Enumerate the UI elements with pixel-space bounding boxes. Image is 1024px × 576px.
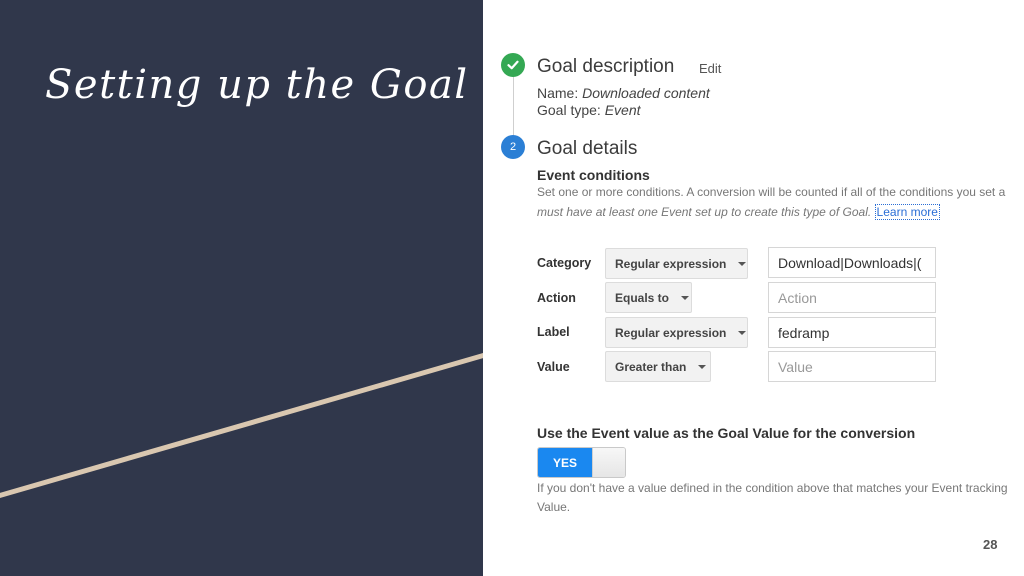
action-operator-select[interactable]: Equals to: [605, 282, 692, 313]
step-complete-badge: [501, 53, 525, 77]
value-operator-value: Greater than: [615, 359, 687, 374]
action-value-input[interactable]: [768, 282, 936, 313]
goal-name-line: Name: Downloaded content: [537, 85, 710, 101]
edit-goal-description-link[interactable]: Edit: [699, 61, 721, 76]
event-conditions-helper-text: must have at least one Event set up to c…: [537, 205, 872, 219]
condition-label-action: Action: [537, 291, 576, 305]
dropdown-caret-icon: [738, 261, 747, 266]
event-conditions-helper-1: Set one or more conditions. A conversion…: [537, 185, 1006, 199]
action-operator-value: Equals to: [615, 290, 670, 305]
goal-value-heading: Use the Event value as the Goal Value fo…: [537, 425, 916, 441]
category-operator-value: Regular expression: [615, 256, 727, 271]
goal-type-value: Event: [604, 102, 641, 118]
toggle-knob: [592, 448, 625, 477]
use-event-value-toggle[interactable]: YES: [537, 447, 626, 478]
goal-value-helper-1: If you don't have a value defined in the…: [537, 481, 1008, 495]
slide-left-panel: Setting up the Goal: [0, 0, 483, 576]
step-number-badge: 2: [501, 135, 525, 159]
decorative-diagonal-line: [0, 352, 483, 499]
slide-page-number: 28: [983, 537, 998, 552]
goal-value-helper-2: Value.: [537, 500, 571, 514]
label-operator-select[interactable]: Regular expression: [605, 317, 748, 348]
dropdown-caret-icon: [681, 295, 690, 300]
step-title-goal-description: Goal description: [537, 56, 675, 77]
condition-label-category: Category: [537, 256, 592, 270]
checkmark-icon: [507, 60, 519, 70]
condition-label-value: Value: [537, 360, 570, 374]
category-operator-select[interactable]: Regular expression: [605, 248, 748, 279]
goal-setup-screenshot: Goal description Edit Name: Downloaded c…: [483, 0, 1024, 576]
learn-more-link[interactable]: Learn more: [874, 204, 940, 220]
step-title-goal-details: Goal details: [537, 138, 638, 159]
toggle-on-label: YES: [538, 448, 592, 477]
label-operator-value: Regular expression: [615, 325, 727, 340]
goal-name-label: Name:: [537, 85, 579, 101]
event-conditions-helper-2: must have at least one Event set up to c…: [537, 204, 940, 220]
dropdown-caret-icon: [738, 330, 747, 335]
event-conditions-heading: Event conditions: [537, 167, 650, 183]
category-value-input[interactable]: [768, 247, 936, 278]
goal-type-label: Goal type:: [537, 102, 601, 118]
value-operator-select[interactable]: Greater than: [605, 351, 711, 382]
label-value-input[interactable]: [768, 317, 936, 348]
dropdown-caret-icon: [698, 364, 707, 369]
value-value-input[interactable]: [768, 351, 936, 382]
goal-name-value: Downloaded content: [582, 85, 710, 101]
goal-type-line: Goal type: Event: [537, 102, 641, 118]
condition-label-label: Label: [537, 325, 570, 339]
